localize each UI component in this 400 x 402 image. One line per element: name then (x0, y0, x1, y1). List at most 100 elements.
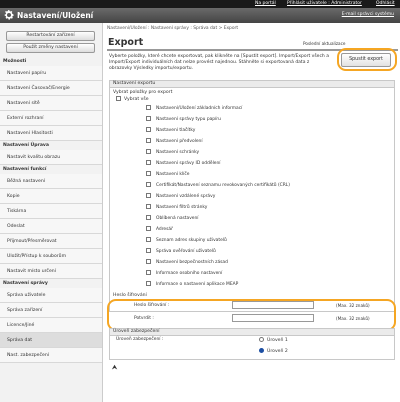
sidebar: Restartování zařízení Použít změny nasta… (0, 23, 103, 402)
sidebar-item[interactable]: Kopie (0, 189, 102, 204)
radio-label: Úroveň 2 (267, 349, 288, 354)
select-all-checkbox[interactable]: Vybrat vše (116, 96, 149, 102)
checkbox-icon[interactable] (146, 270, 151, 275)
password-hint: (Max. 32 znaků) (336, 303, 370, 308)
title-bar: Nastavení/Uložení E-mail správci systému (0, 8, 400, 23)
export-item-label: Nastavení správy typu papíru (156, 117, 221, 122)
main-content: Nastavení/Uložení : Nastavení správy : S… (104, 23, 400, 402)
checkbox-icon[interactable] (146, 160, 151, 165)
sidebar-section-title: Možnosti (3, 59, 27, 64)
export-item-label: Nastavení předvolení (156, 139, 203, 144)
checkbox-icon[interactable] (146, 138, 151, 143)
back-to-top-icon[interactable]: ⮝ (112, 364, 117, 372)
export-item-row[interactable]: Seznam adres skupiny uživatelů (146, 236, 227, 246)
sidebar-section-title: Nastavení Úprava (3, 143, 50, 148)
select-all-label: Vybrat vše (124, 97, 149, 102)
sidebar-item[interactable]: Externí rozhraní (0, 111, 102, 126)
checkbox-icon[interactable] (146, 193, 151, 198)
apply-settings-button[interactable]: Použít změny nastavení (6, 43, 95, 53)
export-item-row[interactable]: Informace o nastavení aplikace MEAP (146, 280, 238, 290)
export-item-label: Adresář (156, 227, 173, 232)
export-item-row[interactable]: Nastavení správy ID oddělení (146, 159, 221, 169)
sidebar-item[interactable]: Tiskárna (0, 204, 102, 219)
checkbox-icon[interactable] (146, 171, 151, 176)
export-item-label: Nastavení bezpečnostních zásad (156, 260, 228, 265)
app-title: Nastavení/Uložení (17, 11, 94, 20)
sidebar-item[interactable]: Běžná nastavení (0, 174, 102, 189)
export-item-row[interactable]: Nastavení vzdálené správy (146, 192, 215, 202)
sidebar-item[interactable]: Nast. zabezpečení (0, 348, 102, 363)
restart-device-button[interactable]: Restartování zařízení (6, 31, 95, 41)
export-item-row[interactable]: Adresář (146, 225, 173, 235)
checkbox-icon[interactable] (146, 226, 151, 231)
export-settings-header: Nastavení exportu (109, 80, 395, 88)
sidebar-item[interactable]: Nastavení sítě (0, 96, 102, 111)
export-item-row[interactable]: Správa ověřování uživatelů (146, 247, 216, 257)
gear-icon (4, 10, 14, 20)
start-export-button[interactable]: Spustit export (341, 53, 391, 67)
export-item-label: Nastavení správy ID oddělení (156, 161, 221, 166)
confirm-hint: (Max. 32 znaků) (336, 316, 370, 321)
checkbox-icon[interactable] (146, 248, 151, 253)
mail-admin-link[interactable]: E-mail správci systému (342, 12, 394, 17)
sidebar-item[interactable]: Nastavení papíru (0, 66, 102, 81)
security-level-label: Úroveň zabezpečení : (116, 337, 164, 342)
export-item-row[interactable]: Informace osobního nastavení (146, 269, 222, 279)
checkbox-icon[interactable] (146, 105, 151, 110)
export-item-label: Nastavení klíče (156, 172, 190, 177)
checkbox-icon[interactable] (146, 281, 151, 286)
logout-link[interactable]: Odhlásit (376, 1, 395, 6)
sidebar-item-active[interactable]: Správa dat (0, 333, 102, 348)
checkbox-icon[interactable] (146, 259, 151, 264)
checkbox-icon[interactable] (146, 215, 151, 220)
checkbox-icon[interactable] (116, 96, 121, 101)
radio-label: Úroveň 1 (267, 338, 288, 343)
top-bar: Na portál Přihlásit uživatele : Administ… (0, 0, 400, 8)
sidebar-item[interactable]: Nastavení Hlasitosti (0, 126, 102, 141)
security-level-1-radio[interactable]: Úroveň 1 (259, 337, 288, 343)
export-item-label: Seznam adres skupiny uživatelů (156, 238, 227, 243)
sidebar-item[interactable]: Nastavit kvalitu obrazu (0, 150, 102, 165)
export-item-row[interactable]: Certifikát/Nastavení seznamu revokovanýc… (146, 181, 290, 191)
sidebar-item[interactable]: Uložit/Přístup k souborům (0, 249, 102, 264)
page-description: Vyberte položky, které chcete exportovat… (109, 54, 329, 71)
sidebar-item[interactable]: Odeslat (0, 219, 102, 234)
portal-link[interactable]: Na portál (255, 1, 276, 6)
export-item-row[interactable]: Nastavení tlačítky (146, 126, 195, 136)
password-input[interactable] (232, 301, 314, 309)
checkbox-icon[interactable] (146, 127, 151, 132)
checkbox-icon[interactable] (146, 182, 151, 187)
sidebar-item[interactable]: Nastavení Časovač/Energie (0, 81, 102, 96)
export-subtitle: Vybrat položky pro export (113, 90, 173, 95)
export-item-row[interactable]: Nastavení filtrů stránky (146, 203, 207, 213)
export-item-row[interactable]: Nastavení schránky (146, 148, 199, 158)
security-level-2-radio[interactable]: Úroveň 2 (259, 348, 288, 354)
sidebar-item[interactable]: Správa uživatele (0, 288, 102, 303)
confirm-input[interactable] (232, 314, 314, 322)
checkbox-icon[interactable] (146, 149, 151, 154)
checkbox-icon[interactable] (146, 204, 151, 209)
export-item-label: Nastavení filtrů stránky (156, 205, 208, 210)
export-item-label: Nastavení tlačítky (156, 128, 196, 133)
sidebar-item[interactable]: Správa zařízení (0, 303, 102, 318)
export-item-row[interactable]: Nastavení bezpečnostních zásad (146, 258, 228, 268)
password-label: Heslo šifrování : (134, 303, 170, 308)
export-item-row[interactable]: Nastavení klíče (146, 170, 189, 180)
sidebar-item[interactable]: Licence/Jiné (0, 318, 102, 333)
sidebar-item[interactable]: Přijmout/Přesměrovat (0, 234, 102, 249)
last-update-label: Poslední aktualizace (303, 41, 346, 46)
export-item-label: Nastavení/Uložení základních informací (156, 106, 243, 111)
radio-icon[interactable] (259, 337, 264, 342)
security-level-header: Úroveň zabezpečení (109, 328, 395, 336)
export-item-label: Certifikát/Nastavení seznamu revokovanýc… (156, 183, 290, 188)
radio-selected-icon[interactable] (259, 348, 264, 353)
export-item-label: Oblíbená nastavení (156, 216, 199, 221)
checkbox-icon[interactable] (146, 116, 151, 121)
export-item-row[interactable]: Nastavení předvolení (146, 137, 203, 147)
export-item-row[interactable]: Nastavení/Uložení základních informací (146, 104, 242, 114)
checkbox-icon[interactable] (146, 237, 151, 242)
export-item-row[interactable]: Oblíbená nastavení (146, 214, 199, 224)
export-item-row[interactable]: Nastavení správy typu papíru (146, 115, 221, 125)
sidebar-item[interactable]: Nastavit místo určení (0, 264, 102, 279)
breadcrumb: Nastavení/Uložení : Nastavení správy : S… (107, 26, 239, 31)
